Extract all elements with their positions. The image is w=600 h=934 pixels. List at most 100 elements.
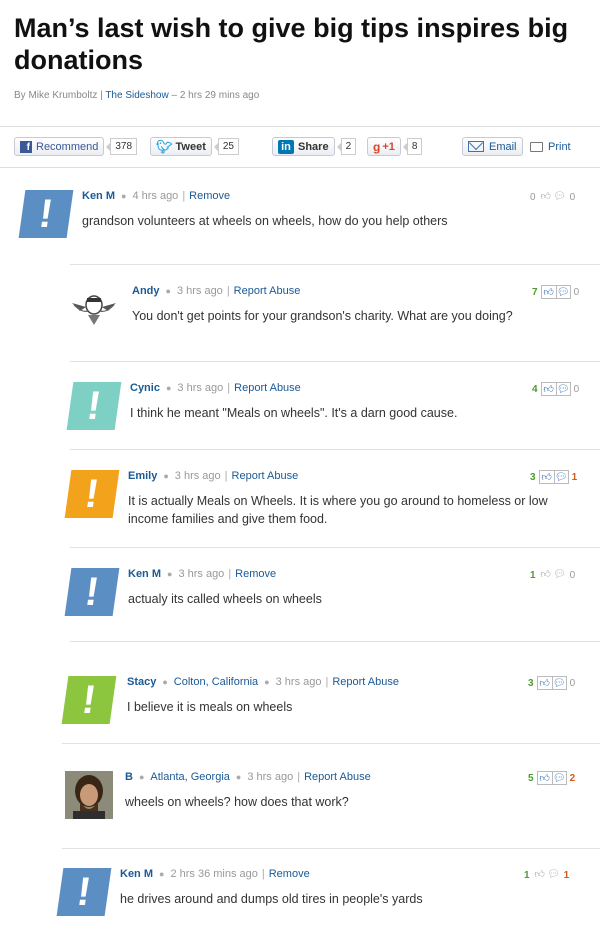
share-bar: f Recommend 378 🐦︎ Tweet 25 in Share 2 g… (0, 126, 600, 168)
gplus-group: g +1 8 (367, 137, 423, 156)
byline: By Mike Krumboltz | The Sideshow – 2 hrs… (14, 90, 259, 101)
remove-link[interactable]: Remove (269, 868, 310, 880)
separator-dot: ● (138, 772, 145, 782)
thumbs-up-icon[interactable]: 👍︎ (538, 677, 552, 689)
comment-author[interactable]: Ken M (82, 190, 115, 202)
report-abuse-link[interactable]: Report Abuse (234, 382, 301, 394)
separator-bar: | (325, 676, 329, 688)
comment-author[interactable]: B (125, 771, 133, 783)
comment-item: ! Cynic ● 3 hrs ago | Report Abuse I think he … (66, 382, 600, 442)
vote-controls: 4 👍︎ 💬︎ 0 (532, 382, 579, 396)
avatar[interactable] (65, 771, 113, 819)
comment-author[interactable]: Emily (128, 470, 157, 482)
avatar[interactable]: ! (66, 382, 122, 430)
recommend-button[interactable]: f Recommend (14, 137, 105, 156)
comment-meta: B ● Atlanta, Georgia ● 3 hrs ago | Report Abus… (125, 771, 371, 783)
separator-dot: ● (159, 869, 165, 879)
separator-bar: | (297, 771, 301, 783)
vote-controls: 3 👍︎ 💬︎ 0 (528, 676, 575, 690)
separator-dot: ● (165, 286, 171, 296)
separator-dot: ● (167, 569, 173, 579)
gplus-button[interactable]: g +1 (367, 137, 401, 156)
comment-author[interactable]: Cynic (130, 382, 160, 394)
thumbs-up-count: 1 (524, 869, 530, 881)
thumbs-down-count: 0 (569, 677, 576, 689)
linkedin-share-button[interactable]: in Share (272, 137, 335, 156)
vote-controls: 3 👍︎ 💬︎ 1 (530, 470, 577, 484)
comment-divider (62, 848, 600, 849)
remove-link[interactable]: Remove (189, 190, 230, 202)
vote-buttons: 👍︎ 💬︎ (536, 771, 567, 785)
comment-author[interactable]: Stacy (127, 676, 156, 688)
recommend-label: Recommend (36, 140, 99, 153)
avatar[interactable]: ! (18, 190, 74, 238)
report-abuse-link[interactable]: Report Abuse (234, 285, 301, 297)
thumbs-down-icon[interactable]: 💬︎ (551, 677, 566, 689)
thumbs-up-icon[interactable]: 👍︎ (542, 383, 556, 395)
thumbs-down-icon[interactable]: 💬︎ (551, 772, 566, 784)
printer-icon (530, 141, 543, 152)
thumbs-down-count: 0 (569, 569, 576, 581)
thumbs-up-icon[interactable]: 👍︎ (540, 471, 554, 483)
avatar[interactable]: ! (61, 676, 117, 724)
avatar[interactable] (70, 285, 118, 333)
thumbs-up-count: 3 (530, 471, 536, 483)
report-abuse-link[interactable]: Report Abuse (304, 771, 371, 783)
thumbs-up-count: 0 (530, 191, 536, 203)
separator-dot: ● (235, 772, 242, 782)
avatar[interactable]: ! (64, 470, 120, 518)
thumbs-up-icon[interactable]: 👍︎ (538, 772, 552, 784)
email-button[interactable]: Email (462, 137, 523, 156)
vote-buttons: 👍︎ 💬︎ (533, 868, 561, 882)
report-abuse-link[interactable]: Report Abuse (332, 676, 399, 688)
thumbs-down-count: 0 (573, 286, 580, 298)
comment-author[interactable]: Andy (132, 285, 160, 297)
thumbs-down-icon[interactable]: 💬︎ (547, 868, 561, 880)
thumbs-up-icon[interactable]: 👍︎ (539, 568, 553, 580)
comment-meta: Ken M ● 4 hrs ago | Remove (82, 190, 230, 202)
comment-meta: Cynic ● 3 hrs ago | Report Abuse (130, 382, 301, 394)
thumbs-up-icon[interactable]: 👍︎ (542, 286, 556, 298)
comment-item: ! Ken M ● 2 hrs 36 mins ago | Remove he drives… (56, 868, 600, 928)
comment-time: 3 hrs ago (176, 285, 223, 297)
comment-text: It is actually Meals on Wheels. It is wh… (128, 494, 548, 526)
thumbs-down-icon[interactable]: 💬︎ (555, 286, 570, 298)
report-abuse-link[interactable]: Report Abuse (232, 470, 299, 482)
thumbs-down-icon[interactable]: 💬︎ (553, 471, 568, 483)
thumbs-up-count: 5 (528, 772, 534, 784)
email-group: Email (462, 137, 523, 156)
vote-buttons: 👍︎ 💬︎ (536, 676, 567, 690)
comment-divider (62, 743, 600, 744)
comment-text: he drives around and dumps old tires in … (120, 892, 423, 906)
avatar[interactable]: ! (64, 568, 120, 616)
comment-divider (70, 361, 600, 362)
comment-time: 3 hrs ago (247, 771, 294, 783)
thumbs-up-icon[interactable]: 👍︎ (533, 868, 547, 880)
thumbs-down-count: 1 (563, 869, 570, 881)
vote-controls: 7 👍︎ 💬︎ 0 (532, 285, 579, 299)
comment-time: 3 hrs ago (178, 568, 225, 580)
byline-author: By Mike Krumboltz | (14, 90, 106, 101)
avatar[interactable]: ! (56, 868, 112, 916)
separator-dot: ● (264, 677, 270, 687)
remove-link[interactable]: Remove (235, 568, 276, 580)
thumbs-down-icon[interactable]: 💬︎ (553, 190, 567, 202)
print-group: Print (530, 137, 571, 156)
thumbs-down-icon[interactable]: 💬︎ (553, 568, 567, 580)
comment-item: ! Emily ● 3 hrs ago | Report Abuse It is actua… (64, 470, 600, 530)
comment-item: ! Ken M ● 3 hrs ago | Remove actualy its calle… (64, 568, 600, 628)
google-plus-icon: g (373, 139, 381, 154)
comment-author[interactable]: Ken M (128, 568, 161, 580)
comment-meta: Ken M ● 2 hrs 36 mins ago | Remove (120, 868, 310, 880)
tweet-button[interactable]: 🐦︎ Tweet (150, 137, 212, 156)
tweet-group: 🐦︎ Tweet 25 (150, 137, 239, 156)
comment-divider (70, 449, 600, 450)
byline-source-link[interactable]: The Sideshow (105, 90, 168, 101)
comment-author[interactable]: Ken M (120, 868, 153, 880)
gplus-label: +1 (382, 140, 395, 153)
recommend-count: 378 (106, 138, 138, 155)
thumbs-down-icon[interactable]: 💬︎ (555, 383, 570, 395)
vote-controls: 1 👍︎ 💬︎ 0 (530, 568, 575, 582)
print-link[interactable]: Print (530, 141, 571, 153)
thumbs-up-icon[interactable]: 👍︎ (539, 190, 553, 202)
